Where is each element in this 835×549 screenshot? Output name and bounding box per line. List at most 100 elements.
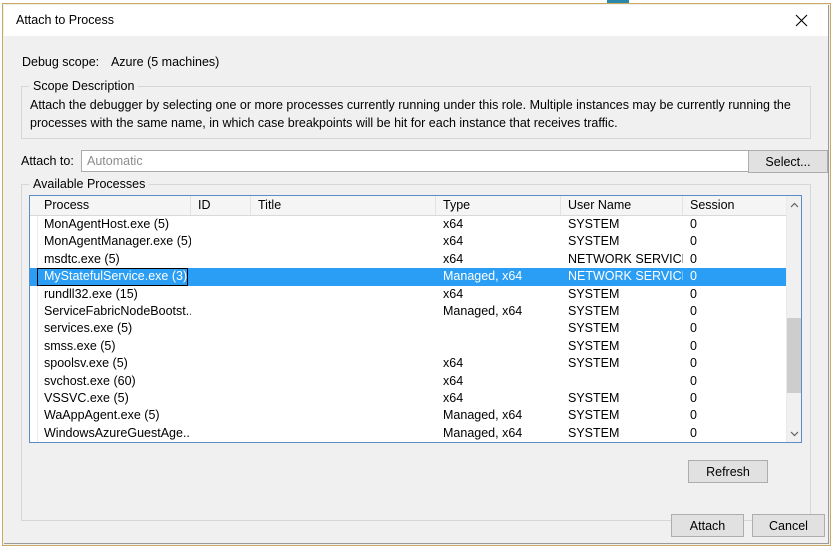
cell-id — [191, 286, 251, 303]
cell-type — [436, 338, 561, 355]
table-row[interactable]: svchost.exe (60) x64 0 — [30, 373, 786, 390]
cell-user: SYSTEM — [568, 321, 620, 336]
cell-id — [191, 407, 251, 424]
cell-id — [191, 338, 251, 355]
scrollbar-thumb[interactable] — [787, 318, 801, 393]
cell-session: 0 — [690, 251, 697, 266]
select-button[interactable]: Select... — [748, 150, 828, 173]
close-button[interactable] — [780, 5, 826, 35]
cell-id — [191, 268, 251, 285]
column-header-type[interactable]: Type — [436, 196, 561, 215]
cell-id — [191, 233, 251, 250]
debug-scope-value: Azure (5 machines) — [110, 55, 220, 69]
attach-to-row: Attach to: — [21, 150, 811, 172]
cell-process: WindowsAzureGuestAge... — [44, 425, 191, 440]
cell-process: MonAgentHost.exe (5) — [44, 217, 170, 231]
table-row[interactable]: WaAppAgent.exe (5) Managed, x64 SYSTEM 0 — [30, 407, 786, 424]
cell-user: SYSTEM — [568, 303, 620, 318]
cell-title — [251, 425, 436, 442]
cell-process: msdtc.exe (5) — [44, 251, 120, 266]
cell-type: Managed, x64 — [443, 408, 523, 423]
cell-title — [251, 233, 436, 250]
refresh-button[interactable]: Refresh — [688, 460, 768, 483]
cell-session: 0 — [690, 338, 697, 353]
table-row[interactable]: rundll32.exe (15) x64 SYSTEM 0 — [30, 286, 786, 303]
table-row[interactable]: services.exe (5) SYSTEM 0 — [30, 320, 786, 337]
cell-process: spoolsv.exe (5) — [44, 356, 128, 371]
cell-session: 0 — [690, 373, 697, 388]
cell-user: SYSTEM — [568, 390, 620, 405]
table-row[interactable]: smss.exe (5) SYSTEM 0 — [30, 338, 786, 355]
cell-session: 0 — [690, 286, 697, 301]
dialog-inner-frame: Attach to Process Debug scope: Azure (5 … — [4, 5, 829, 544]
cell-user: SYSTEM — [568, 234, 620, 249]
scope-description-group: Scope Description Attach the debugger by… — [21, 79, 811, 139]
cell-title — [251, 373, 436, 390]
dialog-client-area: Debug scope: Azure (5 machines) Scope De… — [4, 36, 828, 543]
attach-button[interactable]: Attach — [671, 514, 744, 537]
table-row[interactable]: ServiceFabricNodeBootst... Managed, x64 SY… — [30, 303, 786, 320]
column-header-session[interactable]: Session — [683, 196, 801, 215]
table-row[interactable]: MyStatefulService.exe (3) Managed, x64 NET… — [30, 268, 786, 286]
cell-id — [191, 251, 251, 268]
cell-title — [251, 355, 436, 372]
cell-title — [251, 303, 436, 320]
cell-session: 0 — [690, 408, 697, 423]
column-header-title[interactable]: Title — [251, 196, 436, 215]
cell-type: x64 — [443, 373, 464, 388]
title-bar: Attach to Process — [4, 5, 828, 37]
column-header-user[interactable]: User Name — [561, 196, 683, 215]
cell-type: x64 — [443, 356, 464, 371]
column-header-id[interactable]: ID — [191, 196, 251, 215]
cell-id — [191, 373, 251, 390]
column-header-process[interactable]: Process — [37, 196, 191, 215]
table-row[interactable]: MonAgentHost.exe (5) x64 SYSTEM 0 — [30, 216, 786, 233]
debug-scope-label: Debug scope: — [22, 55, 100, 69]
cell-user: SYSTEM — [568, 338, 620, 353]
cell-process: MyStatefulService.exe (3) — [37, 268, 189, 286]
attach-to-input[interactable] — [81, 150, 753, 172]
process-list-scrollbar[interactable] — [786, 196, 801, 442]
cell-session: 0 — [690, 390, 697, 405]
cell-process: WaAppAgent.exe (5) — [44, 408, 160, 423]
cell-id — [191, 390, 251, 407]
cell-session: 0 — [690, 217, 697, 231]
process-list-body[interactable]: MonAgentHost.exe (5) x64 SYSTEM 0 MonAgentMa… — [30, 216, 786, 442]
cell-type: x64 — [443, 234, 464, 249]
scroll-up-button[interactable] — [787, 196, 801, 213]
cell-type: Managed, x64 — [443, 269, 523, 284]
cancel-button[interactable]: Cancel — [752, 514, 825, 537]
cell-title — [251, 251, 436, 268]
cell-process: MonAgentManager.exe (5) — [44, 234, 191, 249]
cell-session: 0 — [690, 321, 697, 336]
dialog-title: Attach to Process — [16, 13, 114, 27]
cell-user: NETWORK SERVICE — [568, 251, 683, 266]
cell-user: SYSTEM — [568, 356, 620, 371]
cell-type: x64 — [443, 390, 464, 405]
table-row[interactable]: WindowsAzureGuestAge... Managed, x64 SYSTE… — [30, 425, 786, 442]
table-row[interactable]: spoolsv.exe (5) x64 SYSTEM 0 — [30, 355, 786, 372]
attach-to-process-dialog: Attach to Process Debug scope: Azure (5 … — [2, 3, 831, 546]
cell-type: Managed, x64 — [443, 303, 523, 318]
cell-type: Managed, x64 — [443, 425, 523, 440]
cell-title — [251, 268, 436, 285]
scope-description-text: Attach the debugger by selecting one or … — [30, 98, 791, 130]
cell-process: rundll32.exe (15) — [44, 286, 138, 301]
cell-session: 0 — [690, 234, 697, 249]
cell-id — [191, 320, 251, 337]
table-row[interactable]: msdtc.exe (5) x64 NETWORK SERVICE 0 — [30, 251, 786, 268]
cell-user — [561, 373, 683, 390]
cell-process: smss.exe (5) — [44, 338, 116, 353]
cell-title — [251, 338, 436, 355]
cell-session: 0 — [690, 269, 697, 284]
table-row[interactable]: VSSVC.exe (5) x64 SYSTEM 0 — [30, 390, 786, 407]
cell-type: x64 — [443, 217, 464, 231]
scroll-down-button[interactable] — [787, 425, 801, 442]
cell-user: SYSTEM — [568, 286, 620, 301]
process-list[interactable]: Process ID Title Type User Name Session MonAg… — [29, 195, 802, 443]
cell-session: 0 — [690, 303, 697, 318]
table-row[interactable]: MonAgentManager.exe (5) x64 SYSTEM 0 — [30, 233, 786, 250]
debug-scope-row: Debug scope: Azure (5 machines) — [22, 55, 219, 69]
cell-title — [251, 286, 436, 303]
cell-id — [191, 303, 251, 320]
